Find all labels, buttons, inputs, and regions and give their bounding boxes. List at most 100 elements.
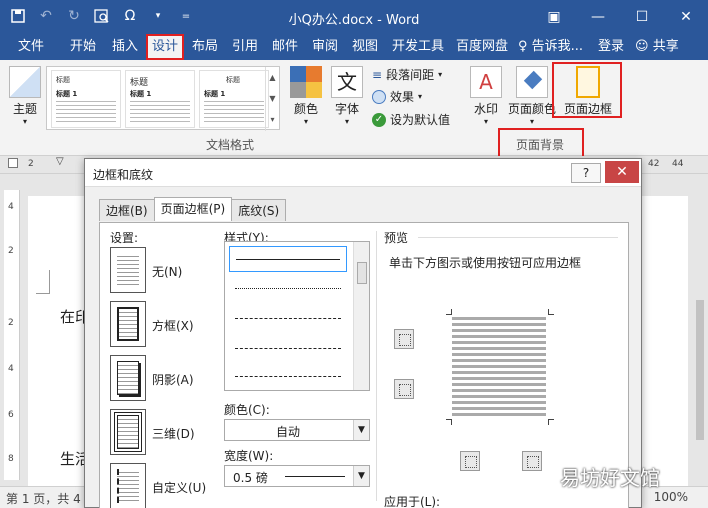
ruler-tick: 2 xyxy=(8,246,14,256)
colors-button[interactable]: 颜色 ▾ xyxy=(286,66,326,126)
vertical-scrollbar[interactable] xyxy=(694,180,706,480)
ruler-tick: 2 xyxy=(8,318,14,328)
style-set-thumb[interactable]: 标题 标题 1 xyxy=(51,70,121,128)
tell-me-search[interactable]: ♀ 告诉我... xyxy=(518,34,583,60)
colors-icon xyxy=(290,66,322,98)
tab-mailings[interactable]: 邮件 xyxy=(268,34,302,60)
ruler-tick: 42 xyxy=(648,159,660,169)
page-color-button[interactable]: 页面颜色 ▾ xyxy=(508,66,556,126)
watermark-button[interactable]: A 水印 ▾ xyxy=(468,66,504,126)
colors-label: 颜色 xyxy=(293,102,318,116)
gallery-more-icon[interactable]: ▾ xyxy=(266,109,279,130)
style-set-thumb[interactable]: 标题 标题 1 xyxy=(125,70,195,128)
tab-developer[interactable]: 开发工具 xyxy=(388,34,448,60)
page-color-icon xyxy=(516,66,548,98)
chevron-down-icon: ▾ xyxy=(344,117,349,126)
fonts-label: 字体 xyxy=(334,102,359,116)
tab-view[interactable]: 视图 xyxy=(348,34,382,60)
ruler-tick: 4 xyxy=(8,364,14,374)
indent-marker-icon[interactable]: ▽ xyxy=(56,156,64,167)
tab-insert[interactable]: 插入 xyxy=(108,34,142,60)
scroll-down-icon[interactable]: ▼ xyxy=(266,88,279,109)
chevron-down-icon: ▾ xyxy=(22,117,27,126)
setting-3d-label[interactable]: 三维(D) xyxy=(152,425,195,442)
page-borders-highlight xyxy=(552,62,622,118)
preview-corner xyxy=(548,419,554,425)
paragraph-spacing-button[interactable]: ≡ 段落间距 ▾ xyxy=(372,66,442,83)
tab-selector-icon[interactable] xyxy=(8,158,18,168)
margin-corner-mark xyxy=(36,270,50,294)
setting-box-icon[interactable] xyxy=(110,301,146,347)
preview-corner xyxy=(446,419,452,425)
minimize-icon[interactable]: — xyxy=(576,0,620,34)
tab-layout[interactable]: 布局 xyxy=(188,34,222,60)
thumb-lines xyxy=(130,101,190,125)
setting-custom-label[interactable]: 自定义(U) xyxy=(152,479,206,496)
login-link[interactable]: 登录 xyxy=(598,34,624,60)
title-bar: ↶ ↻ Ω ▾ = 小Q办公.docx - Word ▣ — ☐ ✕ xyxy=(0,0,708,34)
maximize-icon[interactable]: ☐ xyxy=(620,0,664,34)
zoom-level[interactable]: 100% xyxy=(654,490,688,504)
dialog-title: 边框和底纹 xyxy=(93,168,154,182)
page-background-highlight xyxy=(498,128,584,158)
tab-design[interactable]: 设计 xyxy=(146,34,185,60)
top-border-button-icon[interactable] xyxy=(394,329,414,349)
setting-box-label[interactable]: 方框(X) xyxy=(152,317,194,334)
themes-button[interactable]: 主题 ▾ xyxy=(8,66,42,126)
effects-icon xyxy=(372,89,386,104)
person-icon: ☺ xyxy=(635,39,653,54)
effects-button[interactable]: 效果 ▾ xyxy=(372,88,422,105)
vertical-ruler: 4 2 2 4 6 8 xyxy=(4,190,20,480)
tab-baidu[interactable]: 百度网盘 xyxy=(452,34,512,60)
tab-review[interactable]: 审阅 xyxy=(308,34,342,60)
chevron-down-icon: ▾ xyxy=(438,70,443,79)
thumb-title: 标题 xyxy=(56,76,70,84)
chevron-down-icon: ▾ xyxy=(303,117,308,126)
themes-label: 主题 xyxy=(12,102,37,116)
window-controls: ▣ — ☐ ✕ xyxy=(532,0,708,34)
style-set-gallery[interactable]: 标题 标题 1 标题 标题 1 标题 标题 1 ▲ ▼ ▾ xyxy=(46,66,280,131)
themes-icon xyxy=(9,66,41,98)
thumb-title: 标题 xyxy=(130,78,149,88)
group-label-document-format: 文档格式 xyxy=(206,138,255,152)
set-default-button[interactable]: ✓ 设为默认值 xyxy=(372,111,450,128)
tab-shading[interactable]: 底纹(S) xyxy=(231,199,287,221)
tab-borders[interactable]: 边框(B) xyxy=(99,199,155,221)
settings-label: 设置: xyxy=(110,231,139,245)
tab-file[interactable]: 文件 xyxy=(14,34,48,60)
thumb-heading: 标题 1 xyxy=(130,90,152,98)
setting-3d-icon[interactable] xyxy=(110,409,146,455)
tab-home[interactable]: 开始 xyxy=(66,34,100,60)
setting-shadow-label[interactable]: 阴影(A) xyxy=(152,371,194,388)
preview-page[interactable] xyxy=(452,317,546,417)
bottom-border-button-icon[interactable] xyxy=(394,379,414,399)
watermark-label: 水印 xyxy=(473,102,498,116)
dialog-close-button[interactable]: ✕ xyxy=(605,161,639,183)
restore-icon[interactable]: ▣ xyxy=(532,0,576,34)
ruler-tick: 8 xyxy=(8,454,14,464)
thumb-heading: 标题 1 xyxy=(56,90,78,98)
close-icon[interactable]: ✕ xyxy=(664,0,708,34)
setting-custom-icon[interactable] xyxy=(110,463,146,508)
chevron-down-icon: ▾ xyxy=(418,92,423,101)
tab-page-border[interactable]: 页面边框(P) xyxy=(153,197,233,221)
scrollbar-thumb[interactable] xyxy=(696,300,704,440)
help-button[interactable]: ? xyxy=(571,163,601,183)
setting-shadow-icon[interactable] xyxy=(110,355,146,401)
right-border-button-icon[interactable] xyxy=(522,451,542,471)
dialog-tabs: 边框(B) 页面边框(P) 底纹(S) xyxy=(99,197,287,221)
dialog-title-bar: 边框和底纹 ? ✕ xyxy=(85,159,641,187)
share-button[interactable]: ☺ 共享 xyxy=(635,34,679,60)
left-border-button-icon[interactable] xyxy=(460,451,480,471)
ribbon: 主题 ▾ 标题 标题 1 标题 标题 1 标题 标题 1 ▲ ▼ ▾ 颜色 ▾ xyxy=(0,60,708,158)
chevron-down-icon: ▾ xyxy=(529,117,534,126)
tab-references[interactable]: 引用 xyxy=(228,34,262,60)
page-count: 第 1 页，共 4 xyxy=(6,492,81,506)
scroll-up-icon[interactable]: ▲ xyxy=(266,67,279,88)
style-set-thumb[interactable]: 标题 标题 1 xyxy=(199,70,269,128)
setting-none-icon[interactable] xyxy=(110,247,146,293)
setting-none-label[interactable]: 无(N) xyxy=(152,263,182,280)
gallery-scroll: ▲ ▼ ▾ xyxy=(265,67,279,131)
fonts-button[interactable]: 文 字体 ▾ xyxy=(330,66,364,126)
effects-label: 效果 xyxy=(390,90,415,104)
